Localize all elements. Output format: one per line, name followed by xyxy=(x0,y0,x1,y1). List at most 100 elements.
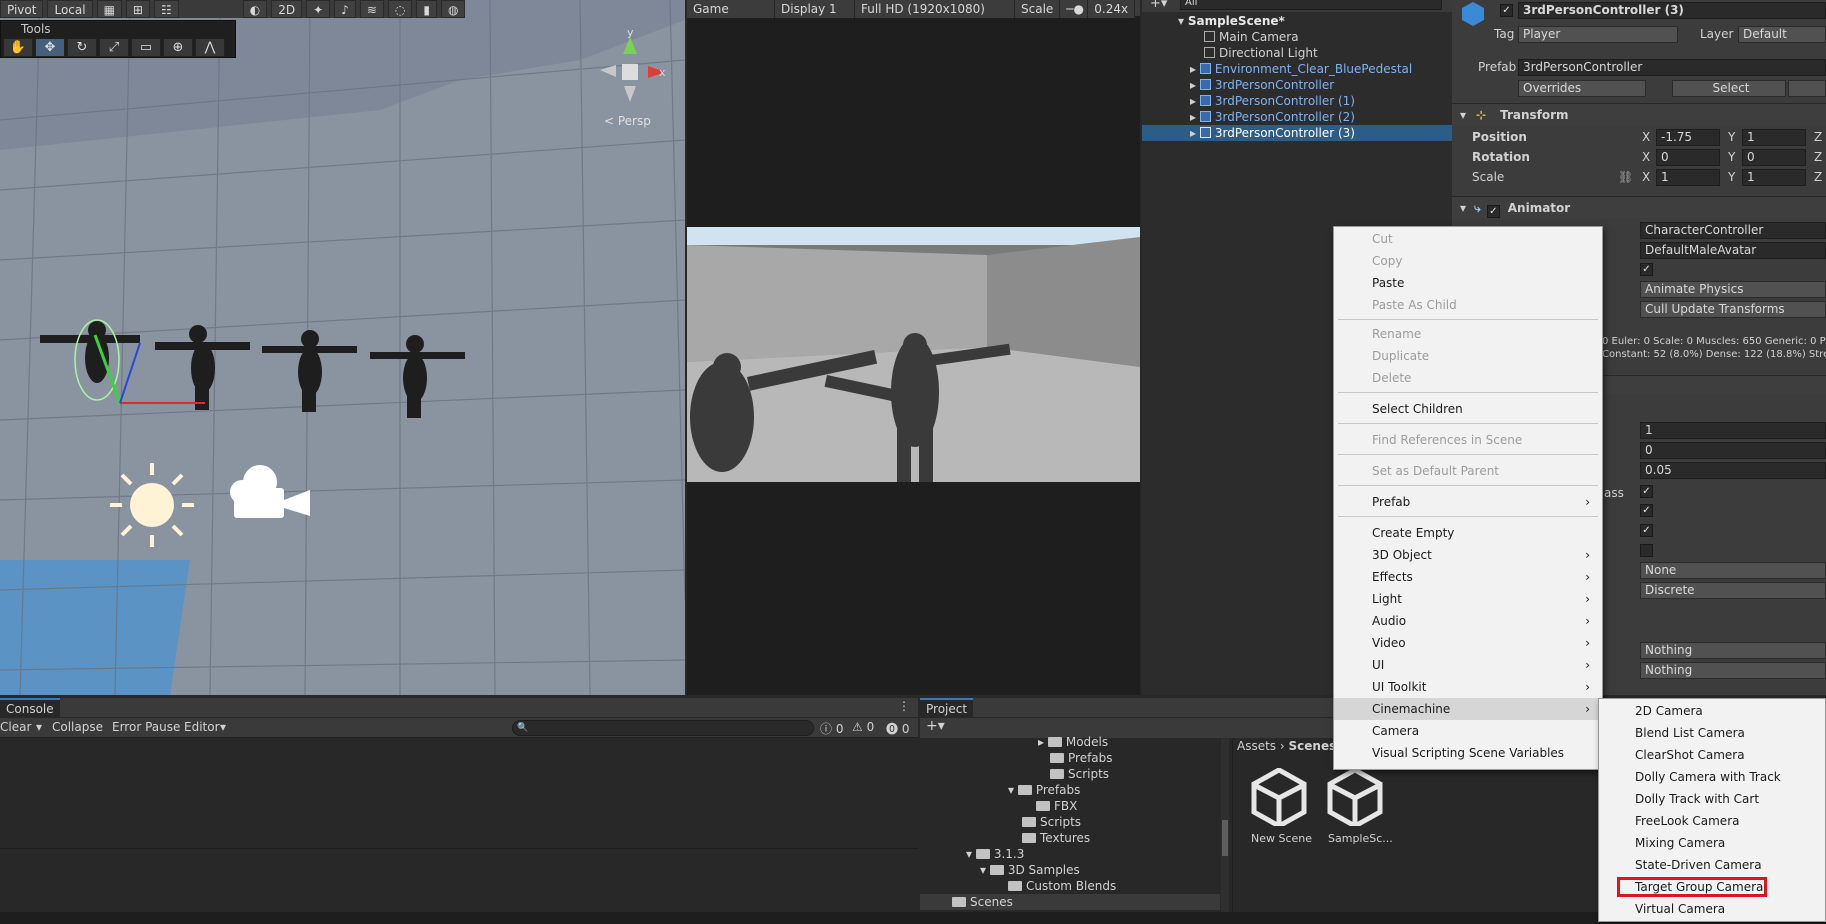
scene-view[interactable]: y x Pivot Local ▦ ⊞ ☷ ◐ 2D ✦ ♪ ≋ ◌ ▮ ◍ T… xyxy=(0,0,685,695)
position-y-input[interactable]: 1 xyxy=(1742,129,1806,146)
hierarchy-item-controller-1[interactable]: ▸ 3rdPersonController (1) xyxy=(1190,93,1355,109)
gizmos-button[interactable]: ◍ xyxy=(441,0,466,18)
culling-mode-dropdown[interactable]: Cull Update Transforms xyxy=(1640,301,1826,318)
menu-item-set-default-parent[interactable]: Set as Default Parent xyxy=(1334,460,1602,482)
hierarchy-item-main-camera[interactable]: Main Camera xyxy=(1204,29,1299,45)
menu-item-video[interactable]: Video › xyxy=(1334,632,1602,654)
audio-toggle[interactable]: ♪ xyxy=(334,0,356,18)
hierarchy-item-controller-2[interactable]: ▸ 3rdPersonController (2) xyxy=(1190,109,1355,125)
hierarchy-search-input[interactable]: All xyxy=(1180,0,1442,10)
persp-label[interactable]: < Persp xyxy=(604,114,651,128)
scale-slider[interactable]: ─● xyxy=(1060,0,1089,18)
cc-checkbox-4[interactable] xyxy=(1640,544,1653,557)
rotate-tool-icon[interactable]: ↻ xyxy=(67,38,97,57)
submenu-item-blend-list-camera[interactable]: Blend List Camera xyxy=(1599,722,1825,744)
menu-item-select-children[interactable]: Select Children xyxy=(1334,398,1602,420)
submenu-item-state-driven-camera[interactable]: State-Driven Camera xyxy=(1599,854,1825,876)
visibility-toggle[interactable]: ◌ xyxy=(387,0,413,18)
add-object-button[interactable]: +▾ xyxy=(1150,0,1167,11)
menu-item-audio[interactable]: Audio › xyxy=(1334,610,1602,632)
collapse-button[interactable]: Collapse xyxy=(52,720,103,734)
submenu-item-clearshot-camera[interactable]: ClearShot Camera xyxy=(1599,744,1825,766)
scene-root-row[interactable]: ▾ SampleScene* xyxy=(1178,13,1452,29)
menu-item-rename[interactable]: Rename xyxy=(1334,323,1602,345)
object-name-input[interactable]: 3rdPersonController (3) xyxy=(1518,2,1826,19)
new-scene-asset[interactable] xyxy=(1250,767,1308,829)
local-dropdown[interactable]: Local xyxy=(47,0,93,18)
menu-item-prefab[interactable]: Prefab › xyxy=(1334,491,1602,513)
submenu-item-dolly-track-cart[interactable]: Dolly Track with Cart xyxy=(1599,788,1825,810)
tree-models[interactable]: ▸ Models xyxy=(1038,734,1108,750)
clear-dropdown-icon[interactable]: ▾ xyxy=(36,720,42,734)
scene-camera-button[interactable]: ▮ xyxy=(416,0,437,18)
grid-snap-button[interactable]: ▦ xyxy=(96,0,122,18)
scale-tool-icon[interactable]: ⤢ xyxy=(99,38,129,57)
2d-toggle[interactable]: 2D xyxy=(271,0,303,18)
menu-item-light[interactable]: Light › xyxy=(1334,588,1602,610)
animator-header[interactable]: ▾ ⤷ ✓ Animator xyxy=(1452,196,1826,218)
select-button[interactable]: Select xyxy=(1672,80,1786,97)
console-search-input[interactable]: 🔍 xyxy=(512,720,814,736)
hierarchy-item-controller-3[interactable]: ▸ 3rdPersonController (3) xyxy=(1142,125,1452,141)
tree-scrollbar-thumb[interactable] xyxy=(1222,820,1228,856)
increment-button[interactable]: ☷ xyxy=(153,0,179,18)
character-controller-header[interactable] xyxy=(1602,375,1826,395)
editor-dropdown-icon[interactable]: ▾ xyxy=(220,720,226,734)
cc-field-3[interactable]: 0.05 xyxy=(1640,462,1826,479)
avatar-field[interactable]: DefaultMaleAvatar xyxy=(1640,242,1826,259)
samplescene-asset[interactable] xyxy=(1326,767,1384,829)
game-tab-dropdown[interactable]: Game xyxy=(687,0,775,18)
menu-item-delete[interactable]: Delete xyxy=(1334,367,1602,389)
controller-field[interactable]: CharacterController xyxy=(1640,222,1826,239)
menu-item-cut[interactable]: Cut xyxy=(1334,228,1602,250)
submenu-item-dolly-camera-track[interactable]: Dolly Camera with Track xyxy=(1599,766,1825,788)
project-tab[interactable]: Project xyxy=(920,698,974,717)
console-tab[interactable]: Console xyxy=(0,698,60,717)
gizmo-snap-button[interactable]: ⊞ xyxy=(125,0,150,18)
breadcrumb-scenes[interactable]: Scenes xyxy=(1289,739,1337,753)
display-dropdown[interactable]: Display 1 xyxy=(775,0,855,18)
prefab-field[interactable]: 3rdPersonController xyxy=(1518,59,1826,76)
submenu-item-freelook-camera[interactable]: FreeLook Camera xyxy=(1599,810,1825,832)
animator-enabled-checkbox[interactable]: ✓ xyxy=(1486,205,1500,218)
tree-scripts-2[interactable]: Scripts xyxy=(1022,814,1081,830)
pivot-dropdown[interactable]: Pivot xyxy=(0,0,44,18)
tree-prefabs[interactable]: Prefabs xyxy=(1050,750,1113,766)
cc-dropdown-none[interactable]: None xyxy=(1640,562,1826,579)
custom-tool-icon[interactable]: ⋀ xyxy=(195,38,225,57)
error-pause-button[interactable]: Error Pause xyxy=(112,720,180,734)
tree-3-1-3[interactable]: ▾ 3.1.3 xyxy=(966,846,1024,862)
create-asset-button[interactable]: +▾ xyxy=(926,718,945,734)
tree-3d-samples[interactable]: ▾ 3D Samples xyxy=(980,862,1080,878)
transform-header[interactable]: ▾ ⊹ Transform xyxy=(1452,103,1826,125)
menu-item-visual-scripting[interactable]: Visual Scripting Scene Variables xyxy=(1334,742,1602,764)
scale-x-input[interactable]: 1 xyxy=(1656,169,1720,186)
hierarchy-item-environment[interactable]: ▸ Environment_Clear_BluePedestal xyxy=(1190,61,1452,77)
menu-item-copy[interactable]: Copy xyxy=(1334,250,1602,272)
rotation-y-input[interactable]: 0 xyxy=(1742,149,1806,166)
tree-fbx[interactable]: FBX xyxy=(1036,798,1077,814)
cc-dropdown-nothing-2[interactable]: Nothing xyxy=(1640,662,1826,679)
scale-y-input[interactable]: 1 xyxy=(1742,169,1806,186)
menu-item-camera[interactable]: Camera xyxy=(1334,720,1602,742)
tag-dropdown[interactable]: Player xyxy=(1518,26,1678,43)
shading-button[interactable]: ◐ xyxy=(242,0,268,18)
tree-scenes[interactable]: Scenes xyxy=(920,894,1220,910)
menu-item-find-references[interactable]: Find References in Scene xyxy=(1334,429,1602,451)
rotation-x-input[interactable]: 0 xyxy=(1656,149,1720,166)
cc-checkbox-1[interactable]: ✓ xyxy=(1640,485,1653,498)
tree-custom-blends[interactable]: Custom Blends xyxy=(1008,878,1116,894)
breadcrumb-assets[interactable]: Assets xyxy=(1237,739,1276,753)
rect-tool-icon[interactable]: ▭ xyxy=(131,38,161,57)
menu-item-cinemachine[interactable]: Cinemachine › xyxy=(1334,698,1602,720)
error-count[interactable]: ⓿ 0 xyxy=(886,720,909,737)
hierarchy-item-directional-light[interactable]: Directional Light xyxy=(1204,45,1318,61)
lighting-toggle[interactable]: ✦ xyxy=(306,0,331,18)
console-menu-icon[interactable]: ⋮ xyxy=(898,699,910,713)
info-count[interactable]: ⓘ 0 xyxy=(820,720,843,737)
clear-button[interactable]: Clear xyxy=(0,720,31,734)
cc-checkbox-2[interactable]: ✓ xyxy=(1640,504,1653,517)
menu-item-3d-object[interactable]: 3D Object › xyxy=(1334,544,1602,566)
menu-item-create-empty[interactable]: Create Empty xyxy=(1334,522,1602,544)
cc-field-1[interactable]: 1 xyxy=(1640,422,1826,439)
